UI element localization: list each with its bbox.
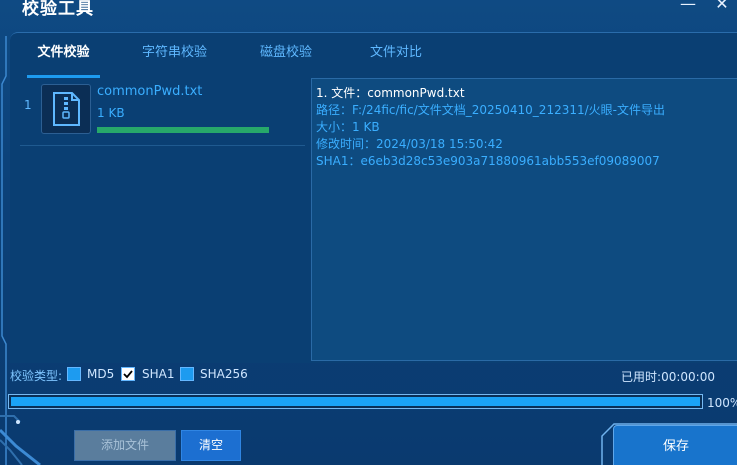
algorithm-label: 校验类型: bbox=[10, 369, 63, 383]
detail-path: 路径：F:/24fic/fic/文件文档_20250410_212311/火眼-… bbox=[316, 103, 665, 117]
save-button[interactable]: 保存 bbox=[613, 425, 737, 465]
tab-file-compare[interactable]: 文件对比 bbox=[356, 32, 436, 78]
md5-label: MD5 bbox=[87, 367, 115, 381]
total-progress-fill bbox=[11, 397, 700, 406]
detail-size: 大小：1 KB bbox=[316, 120, 380, 134]
add-file-button[interactable]: 添加文件 bbox=[74, 430, 176, 461]
sha256-label: SHA256 bbox=[200, 367, 248, 381]
bottom-left-decoration bbox=[0, 415, 41, 465]
title-bar: 校验工具 — ✕ bbox=[0, 0, 737, 19]
sha1-checkbox[interactable] bbox=[121, 367, 135, 381]
md5-checkbox[interactable] bbox=[67, 367, 81, 381]
tab-bar: 文件校验 字符串校验 磁盘校验 文件对比 bbox=[10, 32, 737, 78]
checksum-tool-window: 校验工具 — ✕ 文件校验 字符串校验 磁盘校验 文件对比 1 commonPw… bbox=[0, 0, 737, 465]
detail-file-title: 1. 文件：commonPwd.txt bbox=[316, 86, 465, 100]
file-size: 1 KB bbox=[97, 106, 125, 120]
file-icon bbox=[41, 84, 91, 134]
tab-file-check[interactable]: 文件校验 bbox=[27, 32, 100, 78]
minimize-button[interactable]: — bbox=[678, 0, 698, 14]
detail-panel: 1. 文件：commonPwd.txt 路径：F:/24fic/fic/文件文档… bbox=[311, 78, 737, 361]
file-progress-bar bbox=[97, 127, 269, 133]
detail-mtime: 修改时间：2024/03/18 15:50:42 bbox=[316, 137, 503, 151]
tab-disk-check[interactable]: 磁盘校验 bbox=[246, 32, 326, 78]
total-progress-bar bbox=[8, 394, 703, 409]
sha256-checkbox[interactable] bbox=[180, 367, 194, 381]
list-item[interactable]: 1 commonPwd.txt 1 KB bbox=[20, 78, 305, 146]
file-list: 1 commonPwd.txt 1 KB bbox=[20, 78, 305, 362]
row-index: 1 bbox=[24, 98, 32, 112]
elapsed-time: 已用时:00:00:00 bbox=[621, 370, 715, 384]
total-progress-percent: 100% bbox=[707, 396, 737, 410]
file-progress-fill bbox=[97, 127, 269, 133]
app-title: 校验工具 bbox=[22, 0, 94, 19]
clear-button[interactable]: 清空 bbox=[181, 430, 241, 461]
file-name: commonPwd.txt bbox=[97, 84, 203, 99]
sha1-label: SHA1 bbox=[142, 367, 175, 381]
detail-sha1: SHA1：e6eb3d28c53e903a71880961abb553ef090… bbox=[316, 154, 660, 168]
close-button[interactable]: ✕ bbox=[712, 0, 732, 14]
tab-string-check[interactable]: 字符串校验 bbox=[128, 32, 221, 78]
